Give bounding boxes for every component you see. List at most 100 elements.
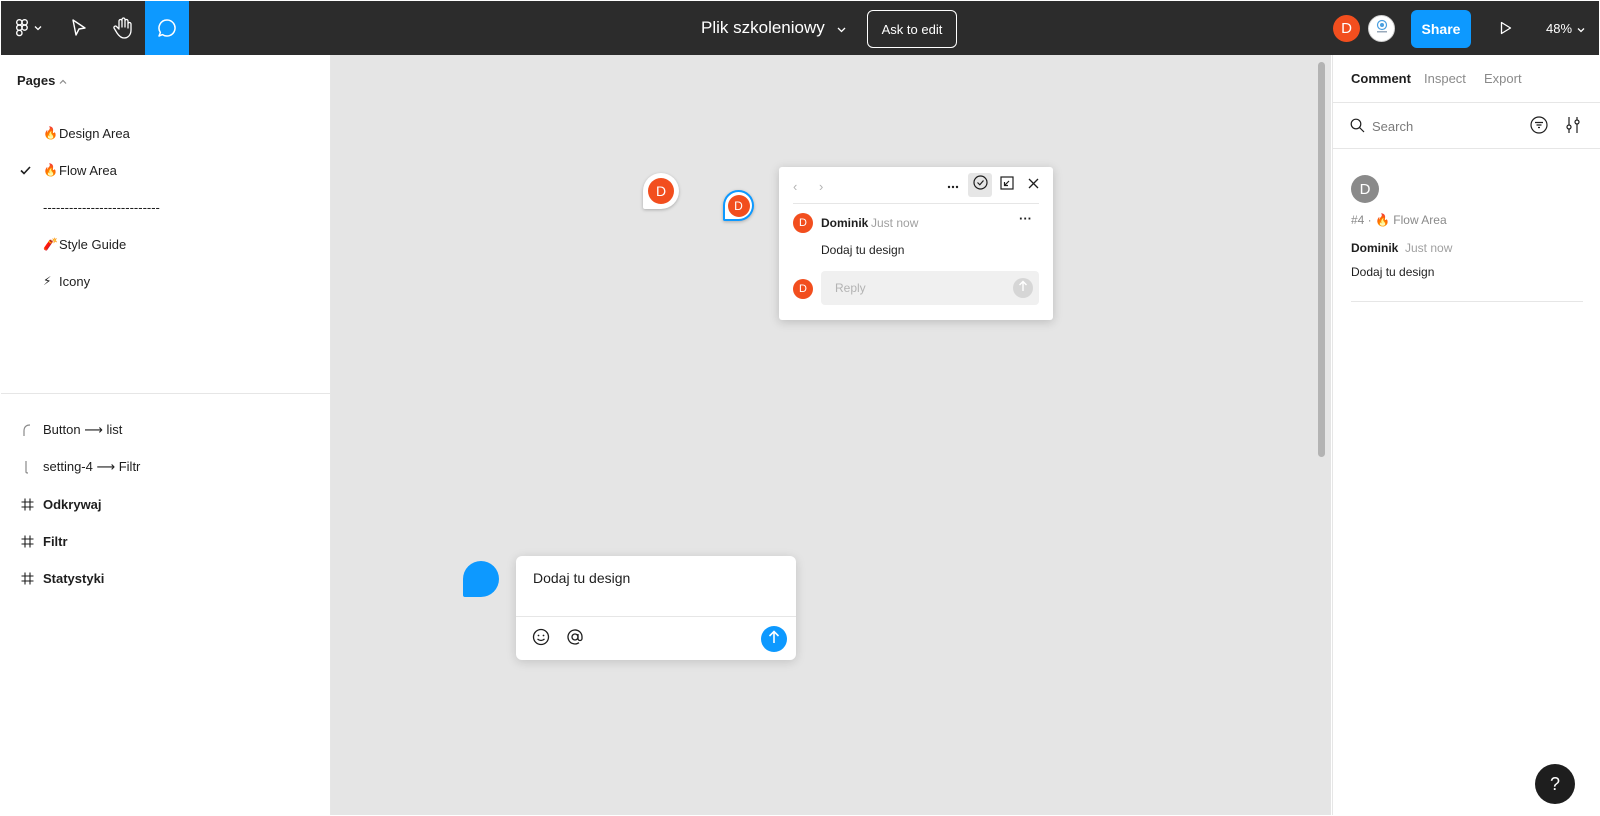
reply-input[interactable]: Reply [821, 271, 1039, 305]
org-logo-icon [1374, 19, 1390, 39]
chevron-down-icon [837, 18, 846, 38]
search-input[interactable] [1372, 115, 1522, 137]
move-tool-button[interactable] [57, 1, 101, 55]
settings-button[interactable] [1562, 116, 1584, 138]
sliders-icon [1565, 116, 1581, 139]
filter-button[interactable] [1528, 115, 1550, 138]
tab-export[interactable]: Export [1484, 71, 1522, 86]
page-label: Flow Area [59, 162, 117, 178]
comment-divider [1351, 301, 1583, 302]
next-comment-icon[interactable]: › [819, 179, 823, 194]
avatar-secondary[interactable] [1368, 15, 1395, 42]
layer-item-filtr[interactable]: Filtr [1, 523, 331, 559]
composer-divider [516, 616, 796, 617]
resolve-button[interactable] [968, 173, 992, 197]
comment-author: Dominik [1351, 241, 1399, 255]
connector-icon [19, 423, 35, 437]
canvas-scrollbar[interactable] [1318, 62, 1325, 457]
page-item-flow-area[interactable]: 🔥 Flow Area [1, 152, 331, 188]
share-button[interactable]: Share [1411, 10, 1471, 48]
avatar[interactable]: D [1333, 15, 1360, 42]
emoji-button[interactable] [530, 628, 552, 650]
search-icon [1350, 118, 1365, 138]
layer-label: Odkrywaj [43, 496, 102, 512]
comment-pin[interactable]: D [643, 173, 679, 209]
help-button[interactable]: ? [1535, 764, 1575, 804]
frame-icon [19, 535, 35, 548]
pages-header[interactable]: Pages [17, 73, 67, 88]
comment-search-row [1333, 103, 1600, 149]
layer-item-statystyki[interactable]: Statystyki [1, 560, 331, 596]
layer-label: Filtr [43, 533, 68, 549]
frame-icon [19, 498, 35, 511]
page-label: Icony [59, 273, 91, 289]
connector-icon [19, 460, 35, 474]
panel-tabs: Comment Inspect Export [1333, 55, 1600, 103]
tab-inspect[interactable]: Inspect [1424, 71, 1466, 86]
pages-title: Pages [17, 73, 56, 88]
fire-icon: 🔥 [43, 126, 58, 140]
reply-send-button[interactable] [1013, 278, 1033, 298]
comment-time: Just now [1405, 241, 1453, 255]
page-item-divider[interactable]: --------------------------- [1, 189, 331, 225]
page-label: Design Area [59, 125, 130, 141]
tab-comment[interactable]: Comment [1351, 71, 1411, 86]
page-item-style-guide[interactable]: 🧨 Style Guide [1, 226, 331, 262]
zoom-menu[interactable]: 48% [1546, 1, 1585, 55]
ask-to-edit-button[interactable]: Ask to edit [867, 10, 957, 48]
arrow-up-icon [1018, 279, 1028, 297]
layer-label: Statystyki [43, 570, 105, 586]
avatar: D [1351, 175, 1379, 203]
layer-item-setting-filtr[interactable]: setting-4 ⟶ Filtr [1, 449, 331, 485]
chevron-down-icon [1577, 21, 1585, 36]
reply-placeholder: Reply [835, 281, 866, 295]
prev-comment-icon[interactable]: ‹ [793, 179, 797, 194]
close-thread-button[interactable] [1021, 173, 1045, 197]
thread-more-button[interactable] [941, 173, 965, 197]
top-toolbar: Plik szkoleniowy Ask to edit D Share 48% [1, 1, 1599, 55]
open-in-panel-button[interactable] [995, 173, 1019, 197]
mention-button[interactable] [564, 628, 586, 650]
layer-label: setting-4 ⟶ Filtr [43, 459, 141, 474]
page-item-design-area[interactable]: 🔥 Design Area [1, 115, 331, 151]
right-panel: Comment Inspect Export D #4 · 🔥 Flow Are… [1332, 55, 1600, 815]
comment-author: Dominik [821, 216, 869, 230]
fire-icon: 🔥 [43, 163, 58, 177]
composer-input[interactable]: Dodaj tu design [533, 570, 630, 586]
checkmark-icon [20, 163, 32, 178]
hand-icon [113, 17, 133, 39]
file-title-menu[interactable]: Plik szkoleniowy [701, 1, 846, 55]
page-label: Style Guide [59, 236, 127, 252]
comment-location[interactable]: #4 · 🔥 Flow Area [1351, 213, 1447, 227]
main-menu-button[interactable] [9, 1, 49, 55]
comment-tool-button[interactable] [145, 1, 189, 55]
avatar: D [727, 194, 750, 217]
check-circle-icon [972, 175, 988, 195]
figma-logo-icon [16, 19, 28, 37]
emoji-icon [532, 628, 550, 651]
present-button[interactable] [1491, 1, 1521, 55]
at-sign-icon [566, 628, 584, 651]
lightning-icon: ⚡ [43, 274, 52, 288]
frame-icon [19, 572, 35, 585]
send-comment-button[interactable] [761, 626, 787, 652]
hand-tool-button[interactable] [101, 1, 145, 55]
move-pointer-icon [71, 19, 87, 37]
file-title: Plik szkoleniowy [701, 18, 825, 37]
comment-text[interactable]: Dodaj tu design [1351, 265, 1434, 279]
chevron-down-icon [34, 25, 42, 31]
thread-divider [793, 203, 1039, 204]
comment-composer: Dodaj tu design [516, 556, 796, 660]
comment-more-button[interactable]: ··· [1019, 211, 1032, 226]
comment-pin-selected[interactable]: D [723, 190, 754, 221]
layer-item-odkrywaj[interactable]: Odkrywaj [1, 486, 331, 522]
avatar: D [793, 279, 813, 299]
page-label: --------------------------- [43, 199, 160, 215]
more-icon [947, 176, 959, 194]
expand-icon [1000, 175, 1014, 195]
new-comment-pin[interactable] [463, 561, 499, 597]
layer-item-button-list[interactable]: Button ⟶ list [1, 412, 331, 448]
page-item-icony[interactable]: ⚡ Icony [1, 263, 331, 299]
avatar: D [793, 213, 813, 233]
layer-label: Button ⟶ list [43, 422, 123, 437]
